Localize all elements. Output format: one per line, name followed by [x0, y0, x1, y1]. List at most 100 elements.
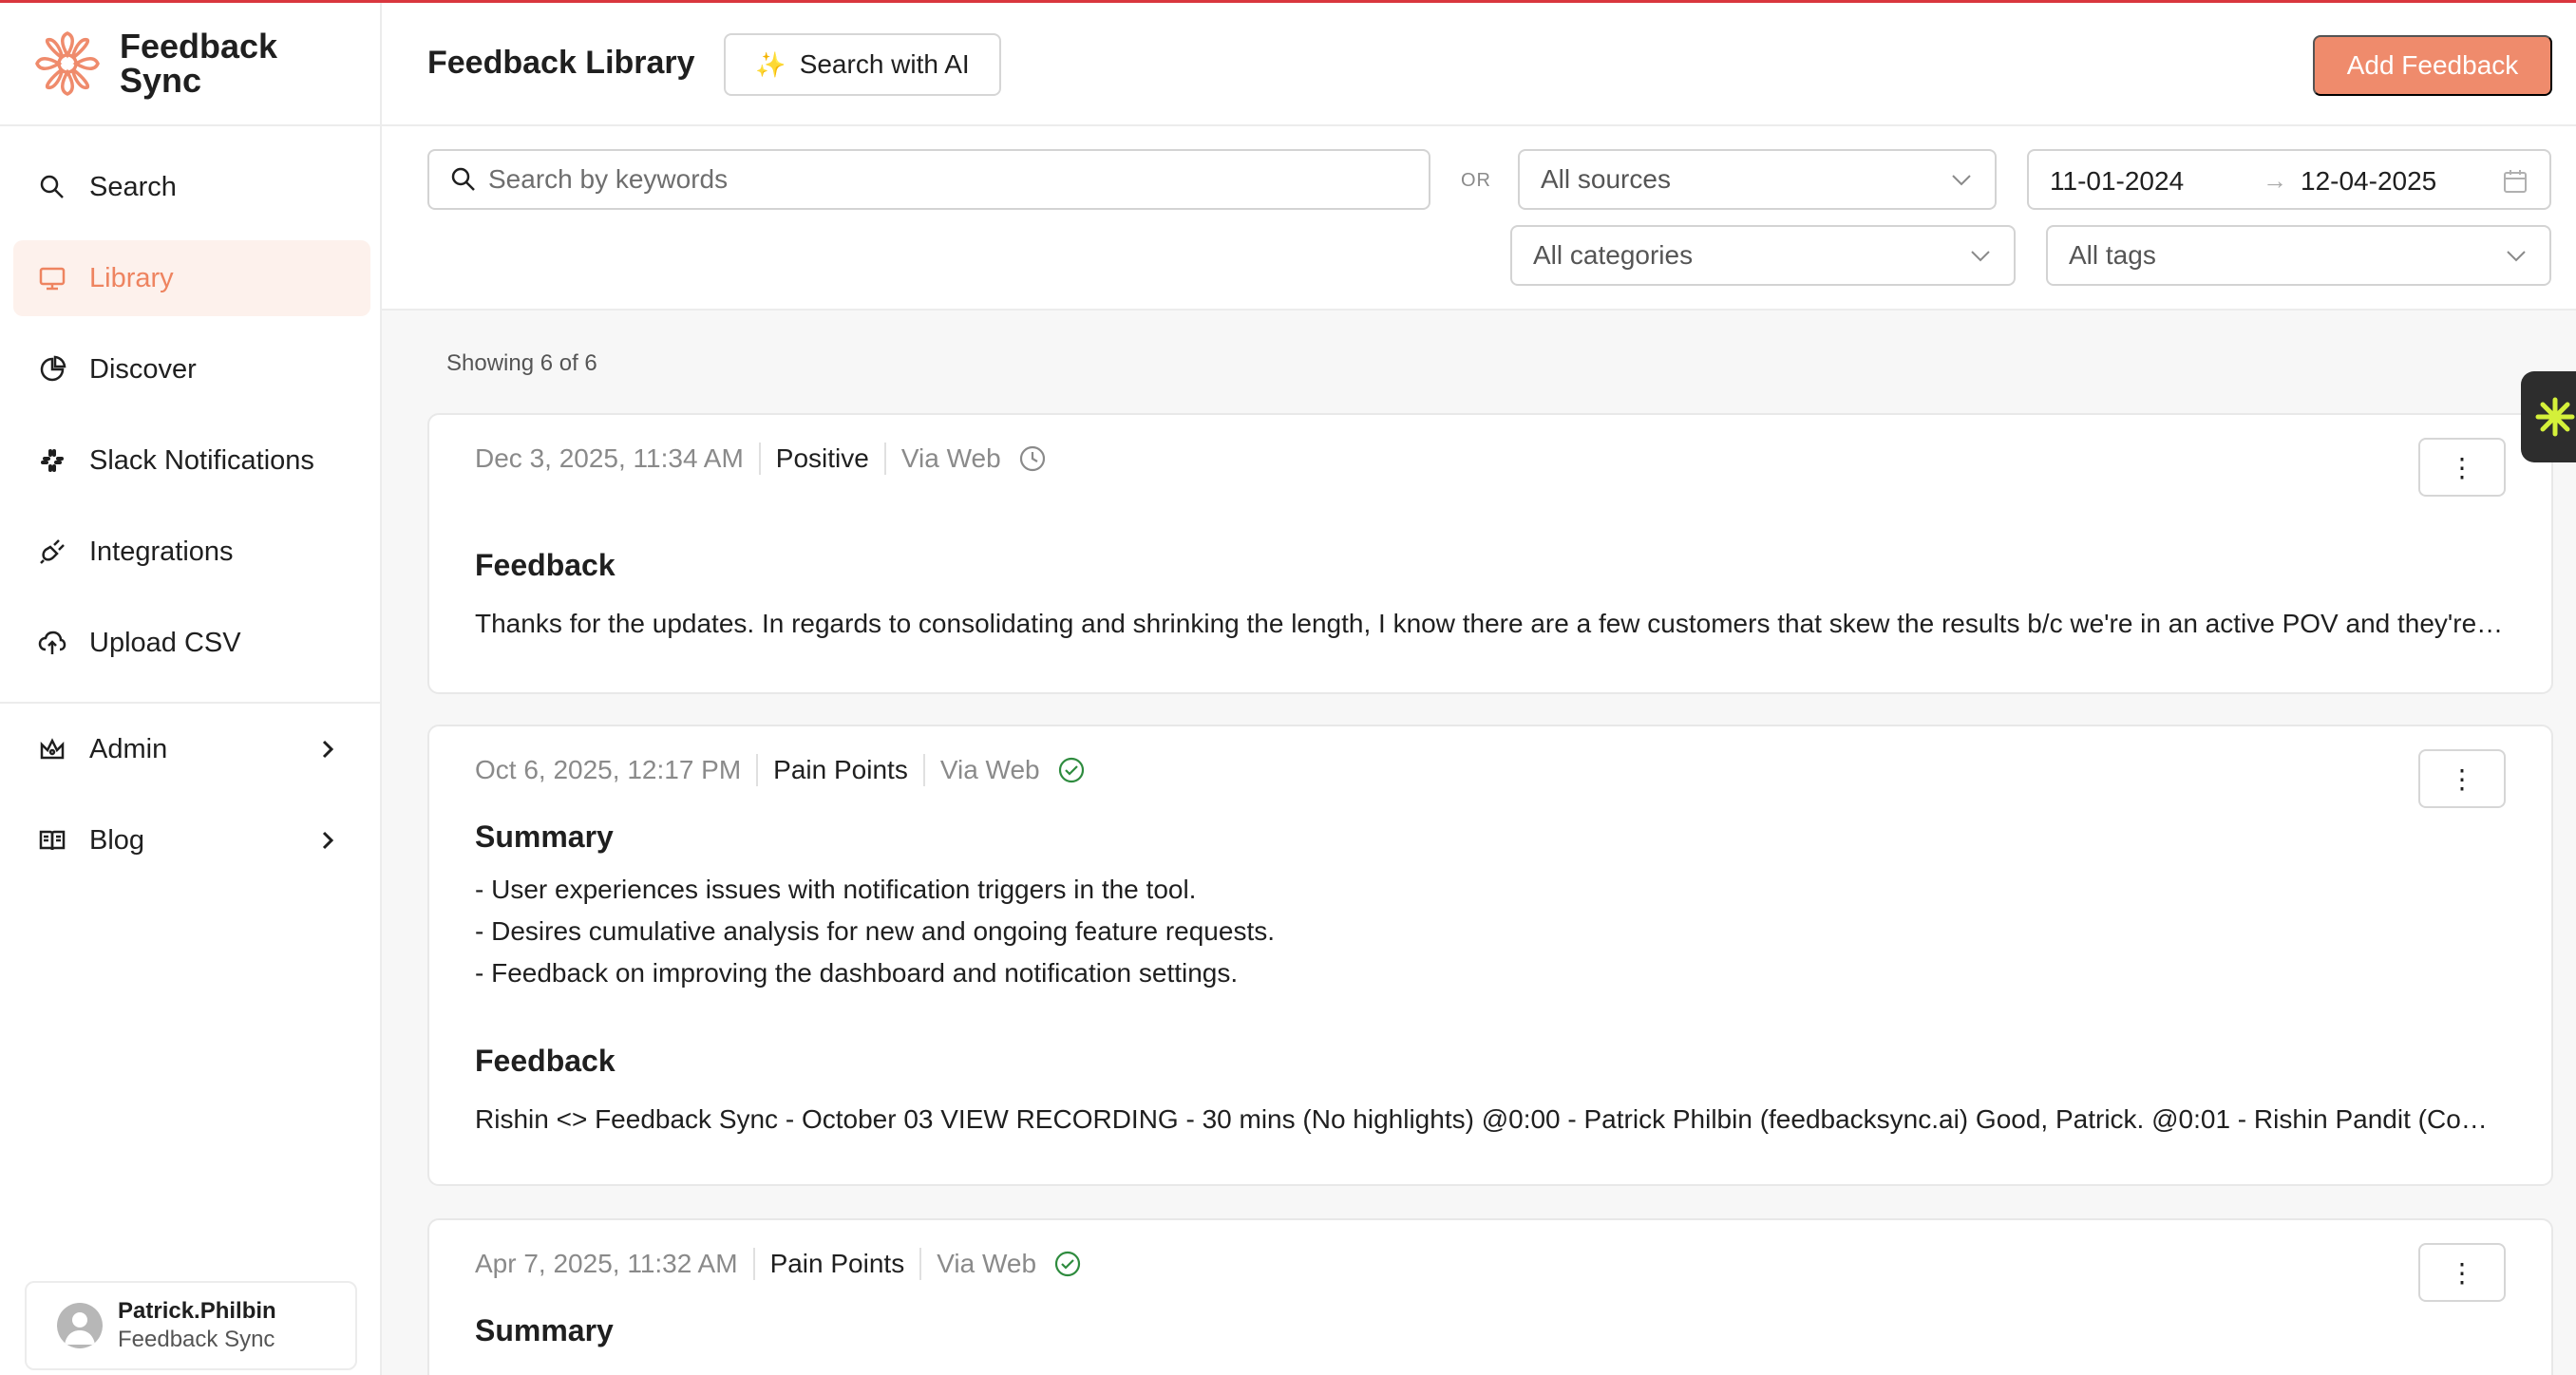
feedback-list: Showing 6 of 6 Dec 3, 2025, 11:34 AM Pos… [382, 311, 2576, 1375]
summary-item: - Feedback on improving the dashboard an… [475, 958, 1239, 988]
sidebar-item-label: Search [89, 171, 177, 202]
sidebar-item-label: Library [89, 262, 174, 293]
page-title: Feedback Library [427, 45, 695, 81]
card-source: Via Web [939, 755, 1040, 784]
keyword-search[interactable] [427, 149, 1430, 210]
card-category[interactable]: Pain Points [770, 1249, 905, 1279]
sidebar-item-upload-csv[interactable]: Upload CSV [13, 605, 370, 681]
pie-chart-icon [38, 355, 66, 384]
user-profile-card[interactable]: Patrick.Philbin Feedback Sync [25, 1281, 357, 1370]
secondary-nav: Admin Blog [13, 711, 370, 894]
summary-heading: Summary [475, 1313, 614, 1347]
sidebar-item-discover[interactable]: Discover [13, 331, 370, 407]
search-with-ai-button[interactable]: ✨ Search with AI [724, 33, 1001, 96]
book-icon [38, 826, 66, 855]
chevron-down-icon [2507, 251, 2526, 262]
clock-icon [1019, 445, 1045, 472]
sources-value: All sources [1541, 164, 1671, 194]
sidebar-item-label: Integrations [89, 536, 234, 567]
card-meta: Oct 6, 2025, 12:17 PM Pain Points Via We… [475, 751, 1086, 789]
feedback-card[interactable]: Apr 7, 2025, 11:32 AM Pain Points Via We… [427, 1218, 2553, 1375]
card-menu-button[interactable]: ⋮ [2418, 438, 2506, 497]
brand[interactable]: Feedback Sync [32, 26, 277, 102]
meta-divider [752, 1248, 755, 1280]
chevron-down-icon [1971, 251, 1990, 262]
date-to[interactable]: 12-04-2025 [2301, 166, 2436, 197]
card-meta: Dec 3, 2025, 11:34 AM Positive Via Web [475, 440, 1047, 478]
meta-divider [883, 443, 886, 475]
tags-value: All tags [2069, 240, 2156, 270]
card-category[interactable]: Pain Points [773, 755, 908, 785]
feedback-heading: Feedback [475, 548, 616, 582]
flower-logo-icon [35, 31, 100, 96]
sidebar-item-library[interactable]: Library [13, 240, 370, 316]
search-input[interactable] [488, 164, 1419, 195]
feedback-text: Thanks for the updates. In regards to co… [475, 609, 2508, 638]
sidebar-divider [0, 124, 380, 126]
summary-item: - Desires cumulative analysis for new an… [475, 916, 1275, 946]
sidebar-divider [0, 702, 380, 704]
meta-divider [922, 754, 925, 786]
avatar [57, 1303, 103, 1348]
sidebar-item-label: Blog [89, 824, 145, 856]
result-count: Showing 6 of 6 [446, 350, 597, 376]
card-source: Via Web [937, 1249, 1037, 1278]
sparkle-icon: ✨ [755, 49, 786, 79]
card-meta: Apr 7, 2025, 11:32 AM Pain Points Via We… [475, 1245, 1082, 1283]
primary-nav: Search Library Discover Slack Notificati… [13, 149, 370, 696]
brand-name: Feedback Sync [120, 27, 278, 100]
cloud-upload-icon [38, 629, 66, 657]
sidebar-item-integrations[interactable]: Integrations [13, 514, 370, 590]
app-window: Feedback Sync Search Library Discover Sl… [0, 0, 2576, 1375]
meta-divider [919, 1248, 922, 1280]
chevron-down-icon [1952, 175, 1971, 186]
sidebar-item-label: Admin [89, 733, 168, 764]
feedback-card[interactable]: Dec 3, 2025, 11:34 AM Positive Via Web ⋮… [427, 413, 2553, 694]
date-from[interactable]: 11-01-2024 [2050, 166, 2184, 197]
chevron-right-icon [322, 740, 334, 759]
search-icon [38, 173, 66, 201]
plug-icon [38, 537, 66, 566]
or-label: OR [1461, 170, 1491, 191]
crown-icon [38, 735, 66, 763]
help-widget[interactable] [2521, 371, 2576, 462]
card-menu-button[interactable]: ⋮ [2418, 749, 2506, 808]
sidebar-item-label: Discover [89, 353, 197, 385]
filter-bar: OR All sources 11-01-2024 → 12-04-2025 A… [382, 126, 2576, 311]
asterisk-icon [2535, 397, 2575, 437]
date-range-picker[interactable]: 11-01-2024 → 12-04-2025 [2027, 149, 2551, 210]
sidebar-item-label: Slack Notifications [89, 444, 314, 476]
summary-heading: Summary [475, 819, 614, 854]
sources-select[interactable]: All sources [1518, 149, 1997, 210]
card-date: Dec 3, 2025, 11:34 AM [475, 443, 744, 473]
feedback-card[interactable]: Oct 6, 2025, 12:17 PM Pain Points Via We… [427, 725, 2553, 1186]
page-header: Feedback Library ✨ Search with AI Add Fe… [382, 3, 2576, 126]
sidebar-item-blog[interactable]: Blog [13, 802, 370, 878]
card-menu-button[interactable]: ⋮ [2418, 1243, 2506, 1302]
check-circle-icon [1058, 757, 1084, 783]
chevron-right-icon [322, 831, 334, 850]
arrow-right-icon: → [2263, 166, 2287, 195]
card-category[interactable]: Positive [776, 443, 869, 474]
calendar-icon [2504, 170, 2527, 193]
user-name: Patrick.Philbin [118, 1298, 276, 1324]
card-date: Apr 7, 2025, 11:32 AM [475, 1249, 738, 1278]
sidebar-item-search[interactable]: Search [13, 149, 370, 225]
user-icon [65, 1312, 95, 1345]
categories-select[interactable]: All categories [1510, 225, 2016, 286]
meta-divider [756, 754, 759, 786]
summary-item: - User experiences issues with notificat… [475, 875, 1197, 904]
sidebar-item-admin[interactable]: Admin [13, 711, 370, 787]
card-date: Oct 6, 2025, 12:17 PM [475, 755, 742, 784]
sidebar-item-slack-notifications[interactable]: Slack Notifications [13, 423, 370, 499]
sidebar-item-label: Upload CSV [89, 627, 241, 658]
feedback-heading: Feedback [475, 1044, 616, 1078]
summary-list: - User experiences issues with notificat… [475, 869, 1275, 994]
search-with-ai-label: Search with AI [799, 49, 970, 79]
feedback-text: Rishin <> Feedback Sync - October 03 VIE… [475, 1104, 2508, 1134]
categories-value: All categories [1533, 240, 1694, 270]
add-feedback-button[interactable]: Add Feedback [2313, 35, 2552, 96]
tags-select[interactable]: All tags [2046, 225, 2551, 286]
sidebar: Feedback Sync Search Library Discover Sl… [0, 3, 382, 1375]
search-icon [451, 167, 475, 191]
